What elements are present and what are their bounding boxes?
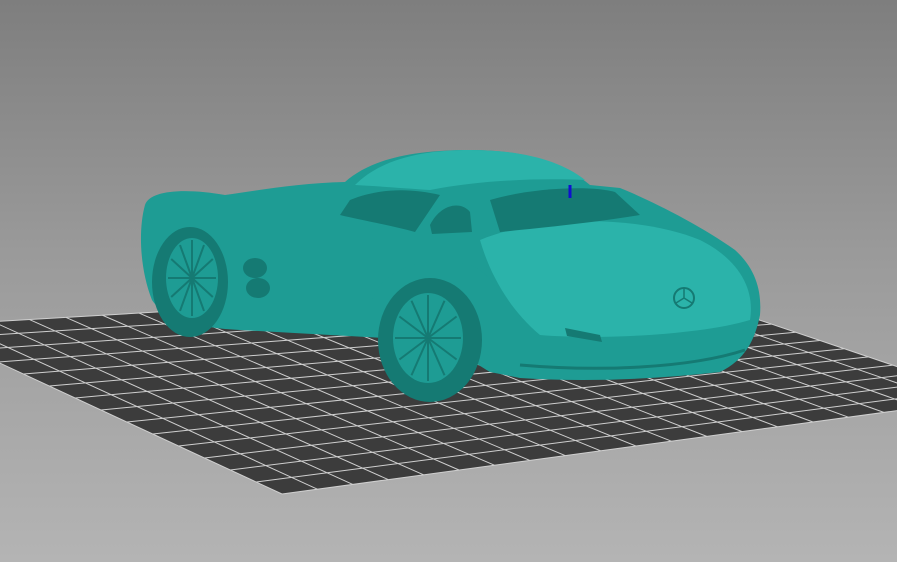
side-vent xyxy=(246,278,270,298)
side-vent xyxy=(243,258,267,278)
3d-viewport[interactable] xyxy=(0,0,897,562)
scene-canvas[interactable] xyxy=(0,0,897,562)
